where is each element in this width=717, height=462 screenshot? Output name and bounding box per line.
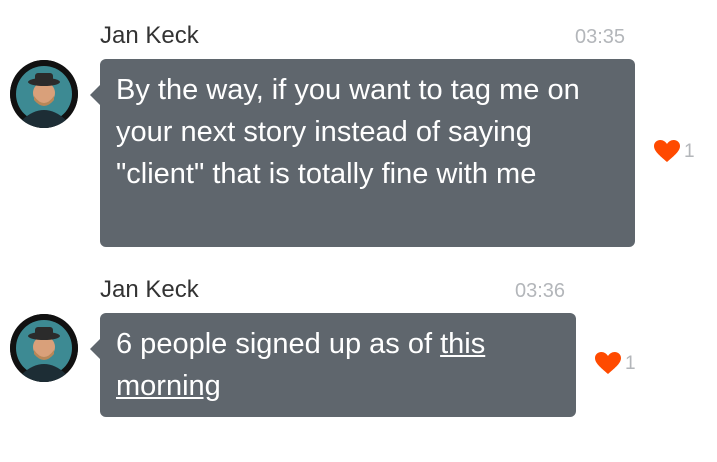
- message-text-prefix: 6 people signed up as of: [116, 328, 441, 360]
- reaction-button[interactable]: 1: [654, 140, 695, 163]
- message-timestamp: 03:35: [575, 26, 626, 48]
- reaction-button[interactable]: 1: [595, 352, 636, 375]
- sender-name: Jan Keck: [100, 22, 199, 49]
- message-text: By the way, if you want to tag me on you…: [116, 74, 580, 190]
- reaction-count: 1: [625, 352, 636, 374]
- message-bubble: By the way, if you want to tag me on you…: [90, 59, 635, 247]
- reaction-count: 1: [684, 140, 695, 162]
- message-bubble: 6 people signed up as of this morning: [90, 313, 576, 417]
- heart-icon: [654, 140, 680, 163]
- message-timestamp: 03:36: [515, 280, 566, 302]
- chat-thread: Jan Keck 03:35 By the way, if you want t…: [0, 0, 717, 462]
- avatar[interactable]: [10, 60, 78, 128]
- heart-icon: [595, 352, 621, 375]
- sender-name: Jan Keck: [100, 276, 199, 303]
- avatar[interactable]: [10, 314, 78, 382]
- message-text: 6 people signed up as of this morning: [116, 323, 560, 407]
